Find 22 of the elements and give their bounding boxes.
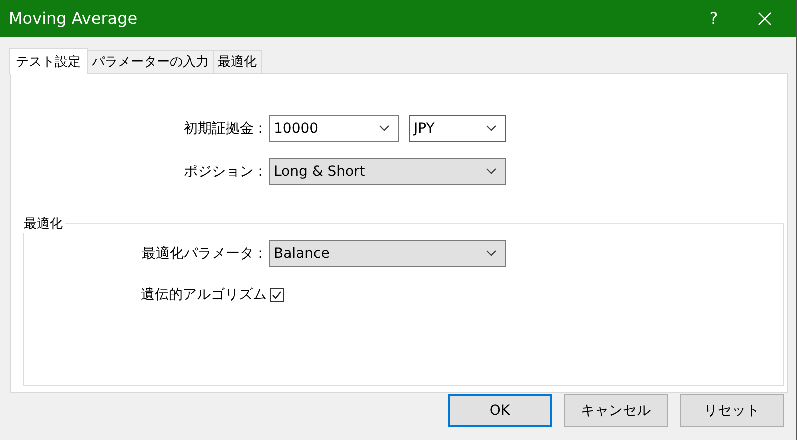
checkbox[interactable] [270,288,284,302]
dropdown[interactable]: Long & Short [269,158,506,185]
close-icon[interactable] [758,12,772,26]
chevron-down-icon [486,125,497,132]
help-button[interactable]: ? [704,9,724,28]
dialog-button[interactable]: リセット [680,394,784,427]
field-label: 最適化パラメータ : [140,244,264,262]
chevron-down-icon [486,250,497,257]
chevron-down-icon [486,168,497,175]
checkbox-label: 遺伝的アルゴリズム [141,286,268,304]
dropdown[interactable]: 10000 [269,115,399,142]
field-label: 初期証拠金 : [182,120,264,138]
dropdown[interactable]: Balance [269,240,506,267]
chevron-down-icon [379,125,390,132]
dialog-button[interactable]: キャンセル [564,394,668,427]
group-title: 最適化 [22,215,65,233]
field-label: ポジション : [182,162,264,180]
tab[interactable]: テスト設定 [9,48,88,74]
dropdown[interactable]: JPY [409,115,506,142]
tab[interactable]: 最適化 [213,50,262,73]
window-title: Moving Average [8,9,139,28]
dialog-button[interactable]: OK [448,394,552,427]
